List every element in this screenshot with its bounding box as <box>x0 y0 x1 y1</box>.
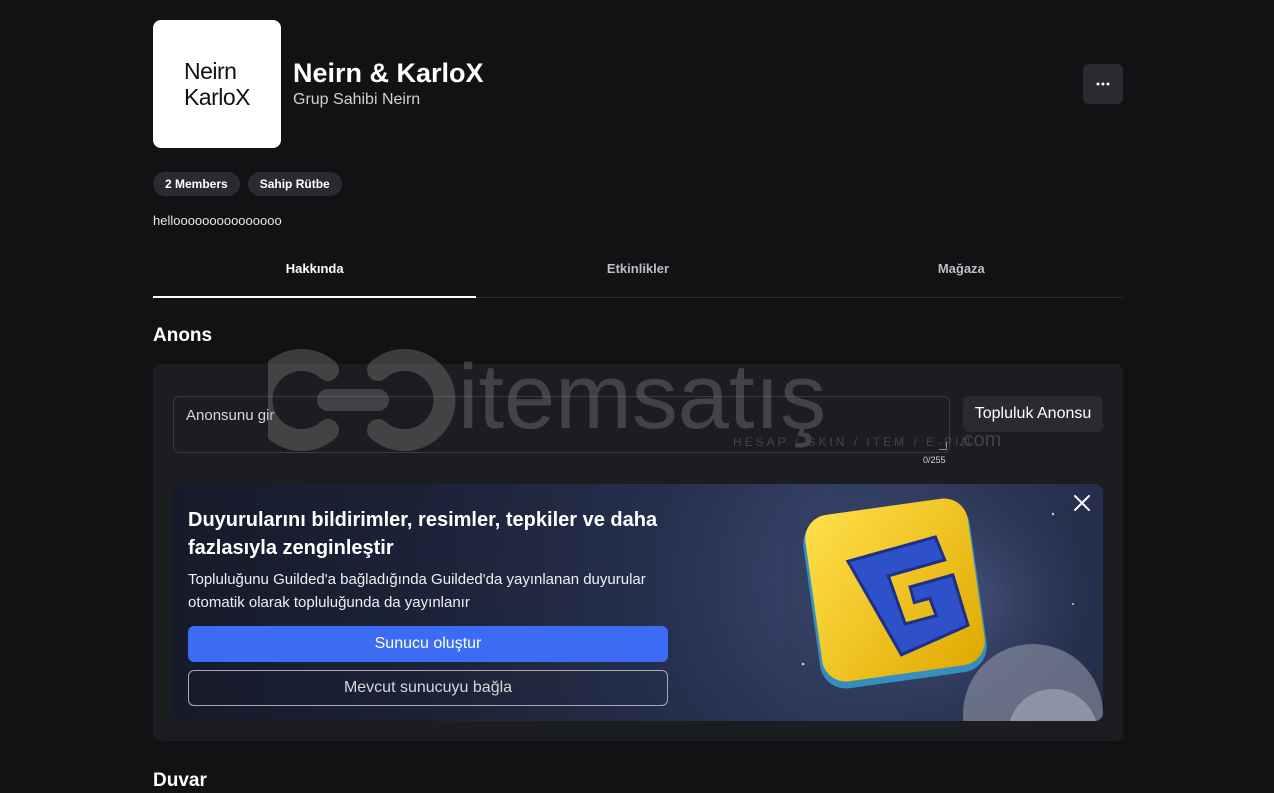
group-badges: 2 Members Sahip Rütbe <box>153 172 1123 196</box>
group-page: Neirn KarloX Neirn & KarloX Grup Sahibi … <box>153 20 1123 741</box>
promo-title: Duyurularını bildirimler, resimler, tepk… <box>188 509 658 559</box>
link-existing-server-button[interactable]: Mevcut sunucuyu bağla <box>188 670 668 706</box>
character-counter: 0/255 <box>923 455 946 465</box>
announcement-panel: Anonsunu gir 0/255 Topluluk Anonsu Duyur… <box>153 364 1123 741</box>
members-badge[interactable]: 2 Members <box>153 172 240 196</box>
announcement-input[interactable]: Anonsunu gir <box>173 396 950 453</box>
group-description: hellooooooooooooooo <box>153 213 282 228</box>
resize-handle[interactable] <box>939 442 947 450</box>
ellipsis-icon <box>1096 82 1110 86</box>
community-announcement-button[interactable]: Topluluk Anonsu <box>963 396 1103 432</box>
tab-magaza[interactable]: Mağaza <box>800 244 1123 297</box>
promo-subtitle: Topluluğunu Guilded'a bağladığında Guild… <box>188 571 646 611</box>
group-header: Neirn KarloX Neirn & KarloX Grup Sahibi … <box>153 20 1123 148</box>
create-server-button[interactable]: Sunucu oluştur <box>188 626 668 662</box>
more-options-button[interactable] <box>1083 64 1123 104</box>
announcement-placeholder: Anonsunu gir <box>186 407 275 424</box>
group-name: Neirn & KarloX <box>293 58 484 88</box>
group-tabs: Hakkında Etkinlikler Mağaza <box>153 244 1123 298</box>
promo-text: Duyurularını bildirimler, resimler, tepk… <box>188 506 668 614</box>
guilded-logo-icon <box>783 484 1103 721</box>
announcement-section-title: Anons <box>153 325 213 346</box>
rank-badge[interactable]: Sahip Rütbe <box>247 172 342 196</box>
group-logo-text: Neirn KarloX <box>183 58 251 110</box>
close-icon[interactable] <box>1071 492 1093 514</box>
group-logo: Neirn KarloX <box>153 20 281 148</box>
guilded-promo-card: Duyurularını bildirimler, resimler, tepk… <box>173 484 1103 721</box>
wall-section-title: Duvar <box>153 770 207 791</box>
tab-etkinlikler[interactable]: Etkinlikler <box>476 244 799 297</box>
group-owner: Grup Sahibi Neirn <box>293 91 421 108</box>
group-title-block: Neirn & KarloX Grup Sahibi Neirn <box>293 57 484 109</box>
tab-hakkinda[interactable]: Hakkında <box>153 244 477 298</box>
